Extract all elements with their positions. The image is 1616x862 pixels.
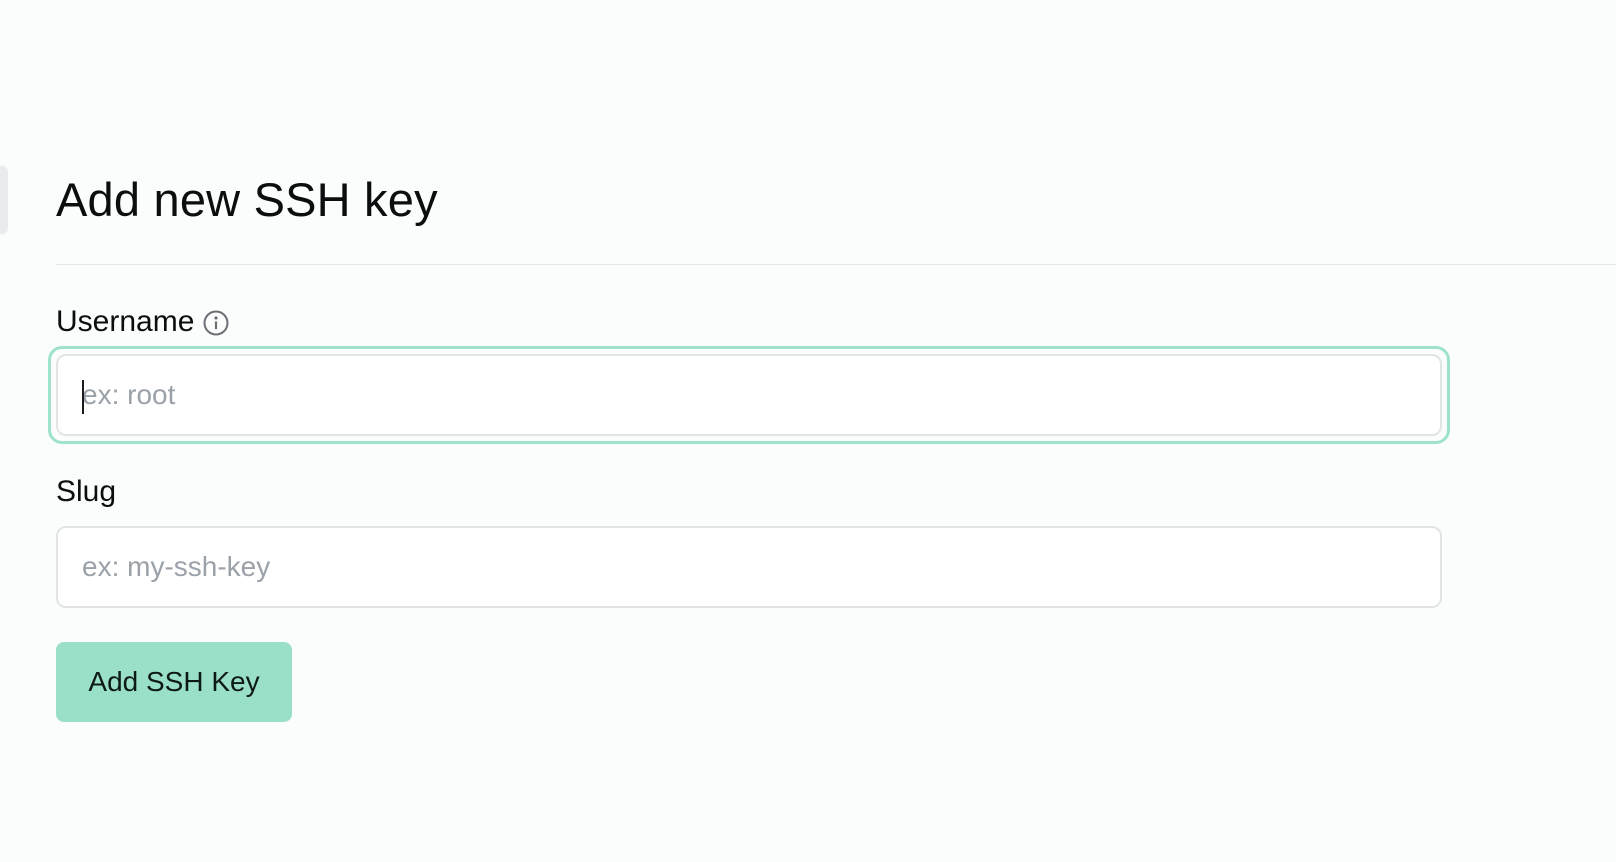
slug-label-text: Slug [56, 475, 117, 508]
username-input[interactable] [56, 354, 1442, 436]
add-ssh-key-button[interactable]: Add SSH Key [56, 642, 292, 722]
username-label: Username [56, 304, 230, 340]
slug-input[interactable] [56, 526, 1442, 608]
info-circle-icon[interactable] [202, 309, 230, 337]
username-field-wrapper [48, 346, 1450, 444]
page-title: Add new SSH key [56, 173, 438, 226]
slug-field-wrapper [56, 526, 1442, 608]
add-ssh-key-page: Add new SSH key Username Slug Add SSH Ke… [0, 0, 1616, 862]
side-panel-handle[interactable] [0, 166, 8, 234]
title-divider [56, 264, 1616, 265]
slug-label: Slug [56, 474, 116, 510]
text-caret [82, 380, 84, 414]
username-label-text: Username [56, 305, 195, 338]
